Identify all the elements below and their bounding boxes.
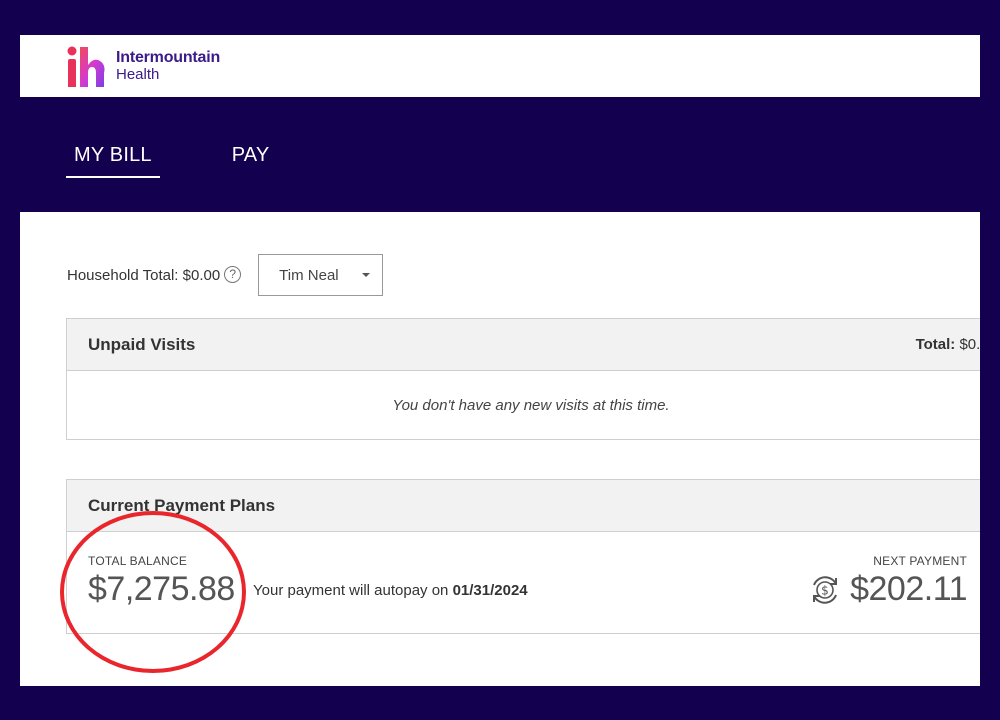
unpaid-visits-panel: Unpaid Visits Total: $0.00 You don't hav…	[66, 318, 980, 440]
unpaid-visits-empty-message: You don't have any new visits at this ti…	[392, 396, 670, 414]
main-nav: MY BILL PAY	[66, 140, 277, 178]
question-circle-icon[interactable]: ?	[224, 265, 242, 283]
next-payment-amount: $202.11	[850, 570, 967, 608]
household-total: Household Total: $0.00 ? Tim Neal	[67, 254, 384, 296]
unpaid-visits-title: Unpaid Visits	[88, 334, 196, 354]
household-member-select[interactable]: Tim Neal	[258, 254, 384, 296]
logo-text-line1: Intermountain	[116, 49, 221, 66]
autopay-message: Your payment will autopay on 01/31/2024	[253, 582, 528, 599]
unpaid-visits-total-value: $0.00	[959, 336, 980, 353]
logo-text-line2: Health	[116, 66, 160, 83]
autopay-date: 01/31/2024	[452, 582, 528, 599]
household-total-label: Household Total: $0.00	[67, 266, 221, 284]
tab-my-bill[interactable]: MY BILL	[66, 140, 160, 178]
caret-down-icon	[362, 273, 371, 277]
total-balance-block: TOTAL BALANCE $7,275.88	[88, 554, 235, 609]
header-bar: Intermountain Health	[20, 35, 980, 97]
total-balance-label: TOTAL BALANCE	[88, 554, 188, 568]
unpaid-visits-header: Unpaid Visits Total: $0.00	[67, 319, 980, 371]
next-payment-label: NEXT PAYMENT	[873, 554, 967, 568]
next-payment-block: NEXT PAYMENT $ $202.11	[808, 554, 967, 609]
autopay-text: Your payment will autopay on	[253, 582, 449, 599]
intermountain-logo[interactable]: Intermountain Health	[64, 43, 220, 89]
unpaid-visits-total: Total: $0.00	[916, 336, 980, 353]
bill-content: Household Total: $0.00 ? Tim Neal Unpaid…	[20, 212, 980, 686]
payment-plans-header: Current Payment Plans	[67, 480, 980, 532]
tab-pay[interactable]: PAY	[224, 140, 278, 178]
svg-text:$: $	[821, 583, 829, 597]
selected-member-value: Tim Neal	[279, 266, 339, 284]
total-balance-amount: $7,275.88	[88, 570, 235, 608]
logo-mark-icon	[67, 46, 105, 87]
payment-plans-panel: Current Payment Plans TOTAL BALANCE $7,2…	[66, 479, 980, 634]
recurring-dollar-icon: $	[813, 575, 838, 604]
payment-plan-row[interactable]: TOTAL BALANCE $7,275.88 Your payment wil…	[67, 532, 980, 633]
unpaid-visits-total-label: Total:	[915, 336, 956, 353]
payment-plans-title: Current Payment Plans	[88, 495, 276, 515]
